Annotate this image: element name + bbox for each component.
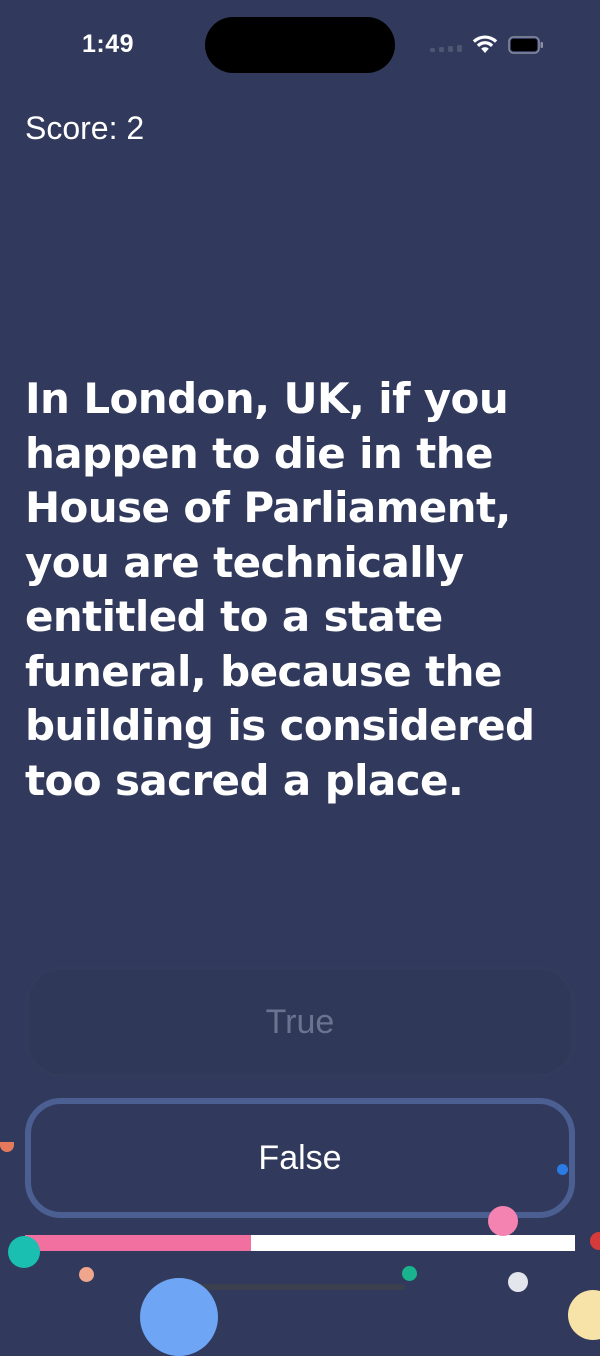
status-bar: 1:49: [0, 0, 600, 92]
confetti-piece: [488, 1206, 518, 1236]
score-label: Score: 2: [25, 110, 145, 146]
wifi-icon: [472, 35, 498, 53]
confetti-piece: [402, 1266, 417, 1281]
false-button[interactable]: False: [25, 1098, 575, 1218]
progress-bar: [25, 1235, 575, 1251]
confetti-piece: [590, 1232, 600, 1250]
confetti-piece: [557, 1164, 568, 1175]
status-time: 1:49: [82, 30, 135, 58]
confetti-piece: [508, 1272, 528, 1292]
confetti-piece: [0, 1142, 14, 1152]
cellular-signal-icon: [430, 44, 462, 52]
confetti-piece: [568, 1290, 600, 1340]
home-indicator: [195, 1284, 405, 1290]
true-button[interactable]: True: [25, 966, 575, 1078]
confetti-piece: [8, 1236, 40, 1268]
question-text: In London, UK, if you happen to die in t…: [25, 374, 535, 805]
battery-icon: [508, 36, 543, 54]
dynamic-island: [205, 17, 395, 73]
progress-bar-fill: [25, 1235, 251, 1251]
confetti-piece: [140, 1278, 218, 1356]
true-button-label: True: [265, 1002, 335, 1041]
false-button-label: False: [258, 1138, 342, 1177]
confetti-piece: [79, 1267, 94, 1282]
